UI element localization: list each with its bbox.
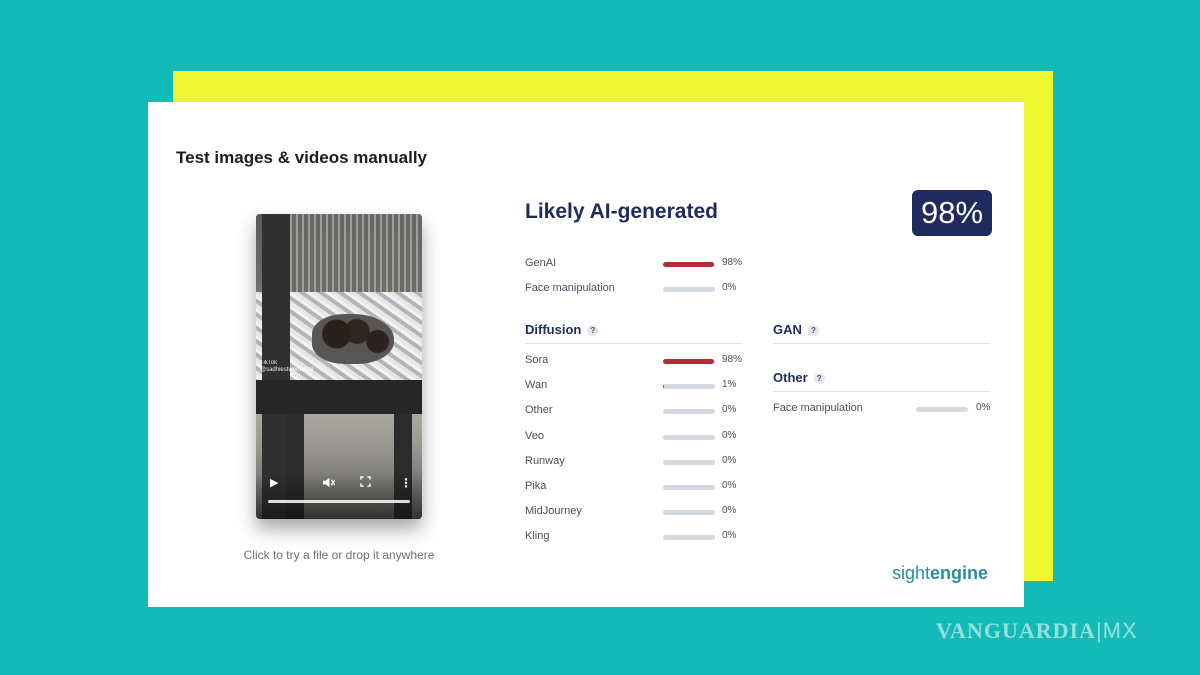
score-label: GenAI [525, 257, 557, 269]
drop-hint: Click to try a file or drop it anywhere [243, 548, 435, 562]
score-percent: 98% [722, 257, 743, 268]
score-label: Face manipulation [773, 402, 863, 414]
video-frame-figures [312, 314, 394, 364]
score-bar-fill [663, 384, 664, 390]
brand-part2: engine [930, 563, 989, 583]
score-row: Veo 0% [525, 430, 752, 444]
score-bar [916, 407, 968, 412]
help-icon[interactable]: ? [807, 325, 819, 336]
score-percent: 1% [722, 379, 737, 391]
play-icon[interactable]: ▶ [270, 476, 278, 490]
score-bar-fill [663, 359, 714, 364]
volume-muted-icon[interactable] [322, 476, 336, 492]
score-bar [663, 434, 715, 440]
score-bar [663, 359, 715, 364]
video-controls [256, 472, 422, 519]
score-row: GenAI 98% [525, 257, 752, 271]
diffusion-divider [525, 343, 743, 344]
diffusion-heading-label: Diffusion [525, 322, 582, 337]
video-frame-fence [278, 214, 422, 292]
tiktok-watermark: TikTok @sadhiestwomidsnl [260, 360, 313, 374]
score-row: Sora 98% [525, 354, 752, 368]
score-row: Other 0% [525, 404, 752, 418]
more-vertical-icon[interactable]: ⋮ [400, 476, 412, 490]
gan-divider [773, 343, 991, 344]
score-bar [663, 459, 715, 465]
watermark-suffix: |MX [1095, 618, 1138, 643]
help-icon[interactable]: ? [813, 373, 825, 384]
score-row: Pika 0% [525, 480, 752, 494]
score-row: Kling 0% [525, 530, 752, 544]
score-percent: 0% [722, 429, 737, 441]
score-percent: 0% [722, 282, 737, 293]
vanguardia-watermark: VANGUARDIA|MX [936, 618, 1138, 644]
sightengine-logo: sightengine [892, 563, 988, 584]
score-row: Runway 0% [525, 455, 752, 469]
score-label: Veo [525, 429, 544, 442]
score-label: Runway [525, 454, 565, 467]
score-row: MidJourney 0% [525, 505, 752, 519]
video-preview[interactable]: TikTok @sadhiestwomidsnl ▶ ⋮ [256, 214, 422, 519]
verdict-label: Likely AI-generated [525, 200, 718, 223]
score-label: MidJourney [525, 505, 582, 518]
score-percent: 0% [722, 454, 737, 466]
score-row: Face manipulation 0% [773, 402, 1006, 416]
score-badge: 98% [912, 190, 992, 236]
fullscreen-icon[interactable] [360, 476, 371, 490]
score-bar [663, 510, 715, 516]
tiktok-handle: @sadhiestwomidsnl [260, 367, 314, 373]
score-percent: 0% [722, 505, 737, 517]
score-bar [663, 535, 715, 541]
score-label: Pika [525, 480, 547, 492]
score-bar-fill [663, 262, 714, 267]
tiktok-brand: TikTok [260, 360, 278, 366]
score-bar [663, 262, 715, 267]
score-bar [663, 287, 715, 292]
score-row: Wan 1% [525, 379, 752, 393]
watermark-main: VANGUARDIA [936, 618, 1096, 643]
score-label: Kling [525, 530, 550, 543]
score-label: Wan [525, 379, 548, 392]
results-card: Test images & videos manually TikTok @sa… [148, 102, 1024, 607]
page-title: Test images & videos manually [176, 148, 427, 167]
score-bar [663, 384, 715, 390]
help-icon[interactable]: ? [587, 325, 599, 336]
score-label: Face manipulation [525, 282, 615, 294]
score-percent: 0% [976, 402, 991, 413]
score-percent: 0% [722, 404, 737, 416]
score-percent: 0% [722, 480, 737, 491]
brand-part1: sight [892, 563, 931, 583]
other-divider [773, 391, 991, 392]
other-heading-label: Other [773, 370, 808, 385]
score-row: Face manipulation 0% [525, 282, 752, 296]
score-bar [663, 485, 715, 490]
other-heading: Other? [773, 370, 825, 385]
score-bar [663, 409, 715, 415]
video-progress-bar[interactable] [268, 500, 410, 503]
gan-heading-label: GAN [773, 322, 802, 337]
score-percent: 0% [722, 530, 737, 542]
score-percent: 98% [722, 354, 743, 365]
video-frame-rail [256, 380, 422, 414]
score-label: Sora [525, 354, 549, 366]
score-label: Other [525, 404, 553, 417]
gan-heading: GAN? [773, 322, 819, 337]
diffusion-heading: Diffusion? [525, 322, 599, 337]
